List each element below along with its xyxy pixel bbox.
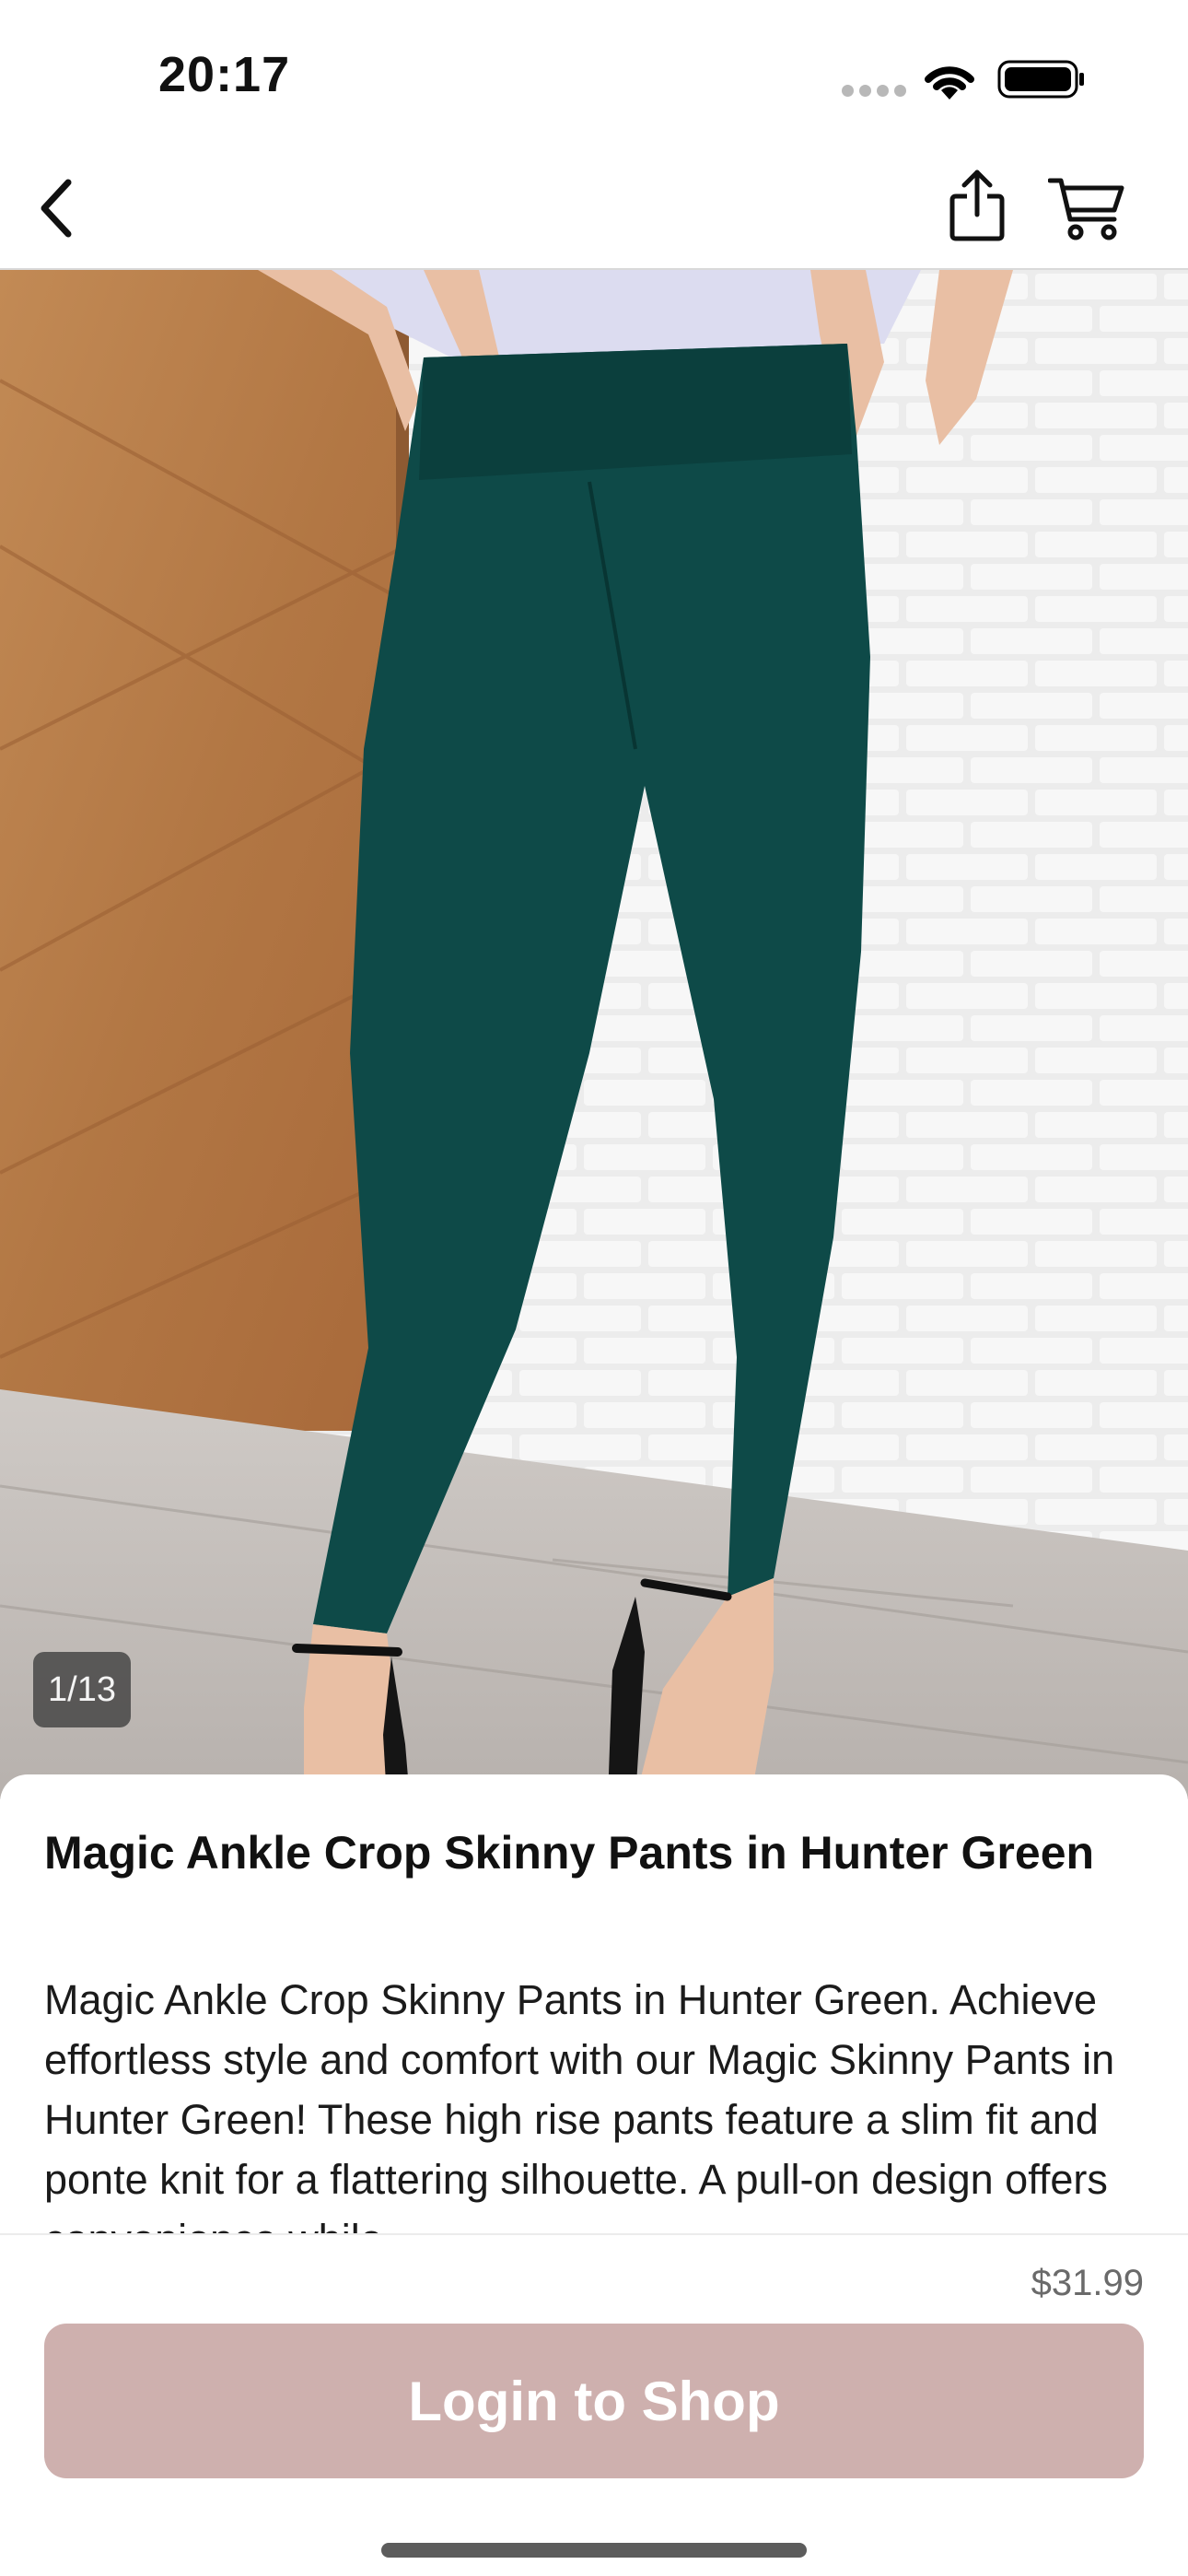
product-description: Magic Ankle Crop Skinny Pants in Hunter …	[44, 1976, 1115, 2235]
product-info-card: Magic Ankle Crop Skinny Pants in Hunter …	[0, 1774, 1188, 2235]
navigation-bar	[0, 138, 1188, 270]
login-to-shop-button[interactable]: Login to Shop	[44, 2324, 1144, 2478]
product-detail-screen: 20:17 1/13 Magic Ankle Crop Skinny Pants…	[0, 0, 1188, 2576]
product-title: Magic Ankle Crop Skinny Pants in Hunter …	[44, 1827, 1095, 1879]
status-bar: 20:17	[0, 0, 1188, 138]
chevron-left-icon	[41, 179, 72, 238]
status-time: 20:17	[158, 47, 291, 102]
bottom-action-bar: $31.99 Login to Shop	[0, 2233, 1188, 2576]
share-button[interactable]	[941, 166, 1013, 245]
image-counter: 1/13	[33, 1652, 131, 1727]
home-indicator[interactable]	[381, 2543, 807, 2558]
back-button[interactable]	[26, 171, 85, 245]
cellular-signal-icon	[842, 85, 906, 100]
share-icon	[949, 170, 1005, 241]
product-price: $31.99	[1031, 2263, 1144, 2303]
battery-icon	[997, 60, 1084, 99]
cart-icon	[1048, 178, 1124, 240]
wifi-icon	[925, 66, 974, 100]
product-photo-illustration	[0, 270, 1188, 1799]
product-image[interactable]	[0, 270, 1188, 1799]
cart-button[interactable]	[1042, 171, 1131, 245]
